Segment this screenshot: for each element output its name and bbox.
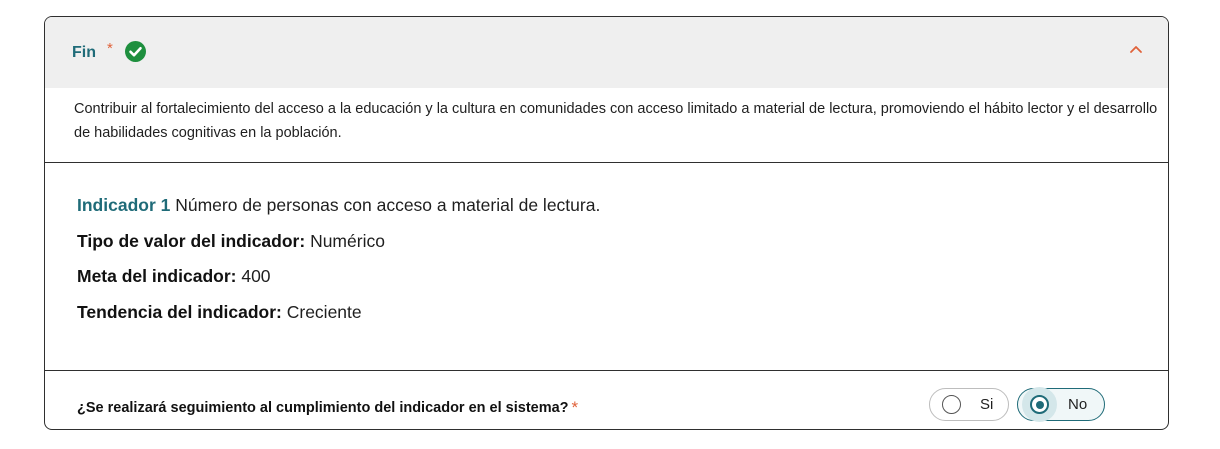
indicator-value-type: Tipo de valor del indicador: Numérico <box>77 231 385 252</box>
radio-button-checked[interactable] <box>1030 395 1049 414</box>
radio-label-si: Si <box>980 396 994 413</box>
radio-option-no[interactable]: No <box>1017 387 1105 422</box>
indicator-trend: Tendencia del indicador: Creciente <box>77 302 362 323</box>
indicator-name: Número de personas con acceso a material… <box>175 195 601 215</box>
section-header[interactable]: Fin * <box>45 17 1168 88</box>
chevron-up-icon[interactable] <box>1128 41 1144 57</box>
trend-value: Creciente <box>286 302 362 322</box>
goal-value: 400 <box>241 266 271 286</box>
tracking-question-text: ¿Se realizará seguimiento al cumplimient… <box>77 400 569 416</box>
objective-card: Fin * Contribuir al fortalecimiento del … <box>44 16 1169 430</box>
goal-label: Meta del indicador: <box>77 266 237 286</box>
value-type-value: Numérico <box>310 231 385 251</box>
indicator-title: Indicador 1 <box>77 195 171 215</box>
objective-description: Contribuir al fortalecimiento del acceso… <box>74 101 1158 141</box>
section-title: Fin <box>72 44 96 61</box>
divider <box>45 370 1168 371</box>
value-type-label: Tipo de valor del indicador: <box>77 231 306 251</box>
trend-label: Tendencia del indicador: <box>77 302 282 322</box>
indicator-goal: Meta del indicador: 400 <box>77 266 271 287</box>
divider <box>45 162 1168 163</box>
radio-button-unchecked[interactable] <box>942 395 961 414</box>
radio-option-si[interactable]: Si <box>929 388 1009 421</box>
radio-label-no: No <box>1068 396 1088 413</box>
required-asterisk: * <box>571 398 579 417</box>
check-circle-icon <box>125 41 146 62</box>
radio-selected-dot <box>1035 400 1044 409</box>
tracking-question: ¿Se realizará seguimiento al cumplimient… <box>77 397 578 417</box>
indicator-heading: Indicador 1 Número de personas con acces… <box>77 195 600 216</box>
required-asterisk: * <box>107 40 113 57</box>
